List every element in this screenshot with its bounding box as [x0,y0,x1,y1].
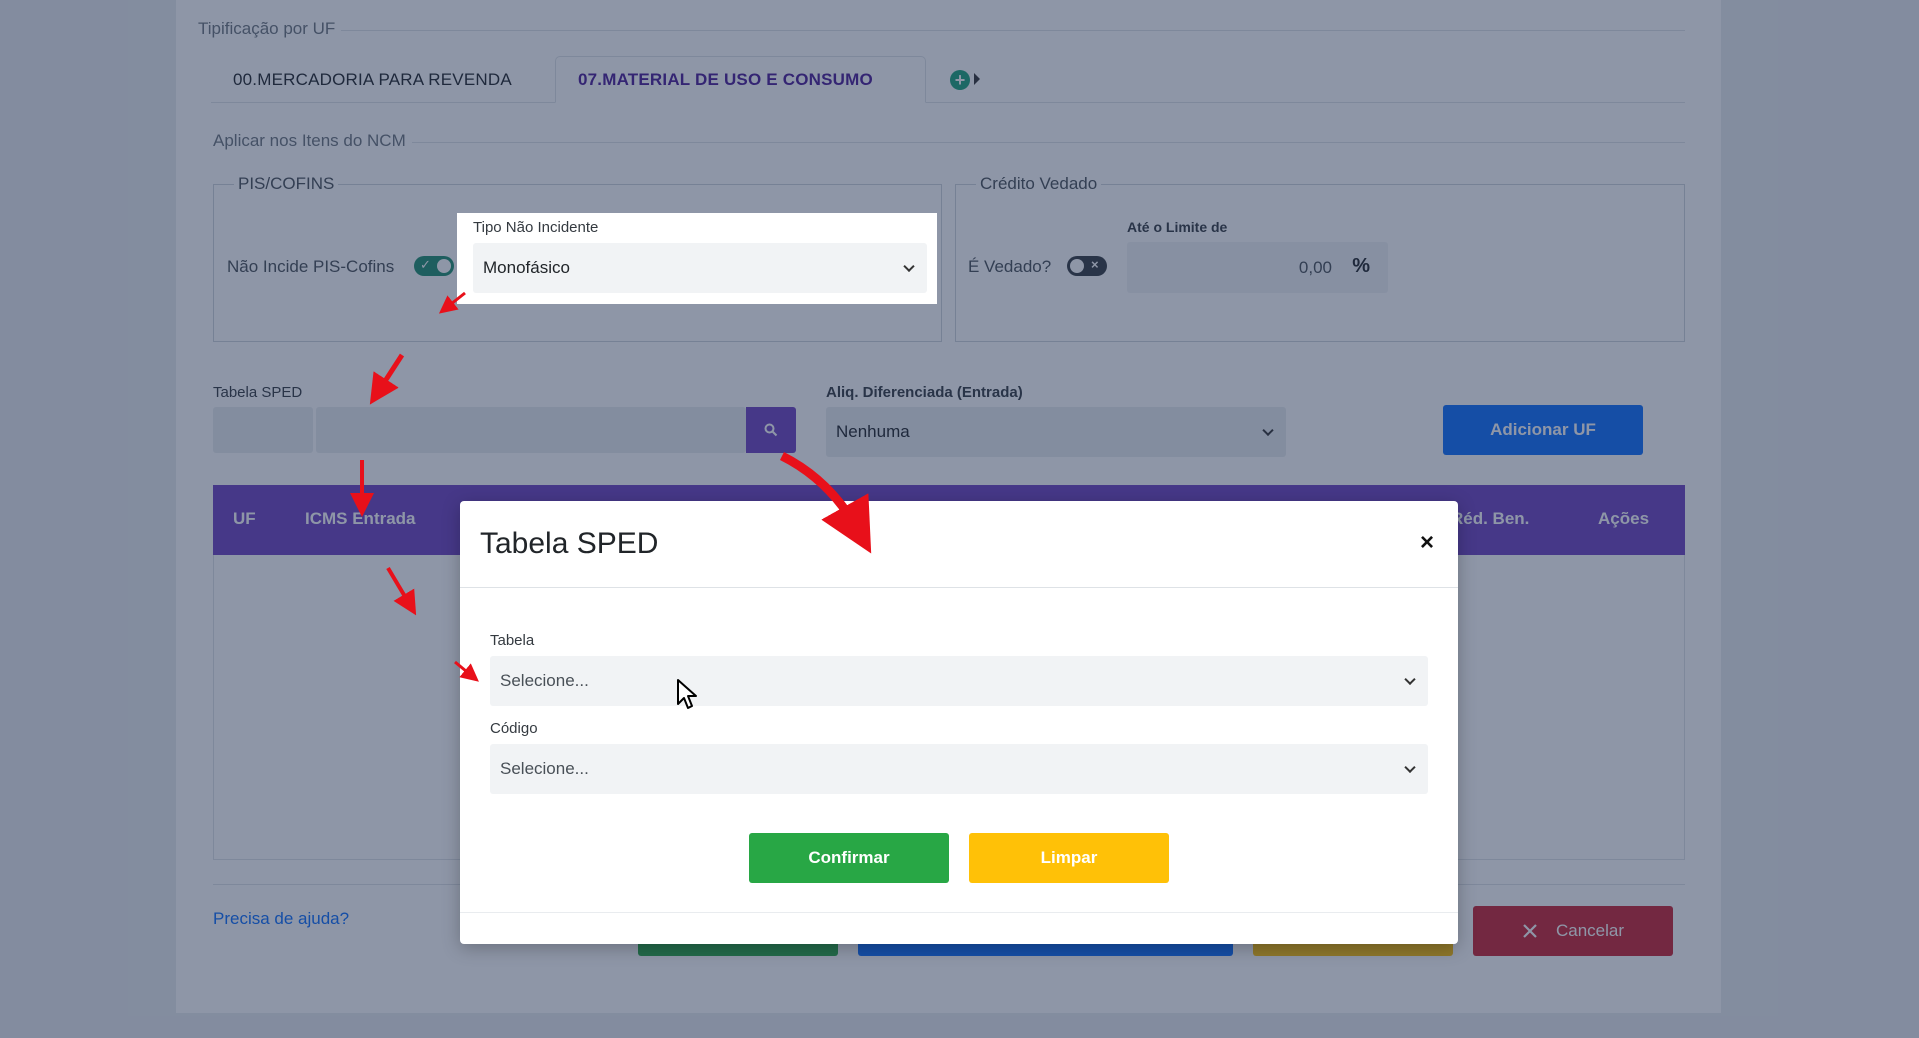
annotation-arrow-4 [386,566,417,616]
annotation-arrows [350,291,872,682]
annotation-arrow-1 [438,291,466,314]
annotation-arrow-2 [369,353,405,405]
annotation-arrow-5 [454,660,479,682]
annotation-arrow-6 [779,451,872,554]
